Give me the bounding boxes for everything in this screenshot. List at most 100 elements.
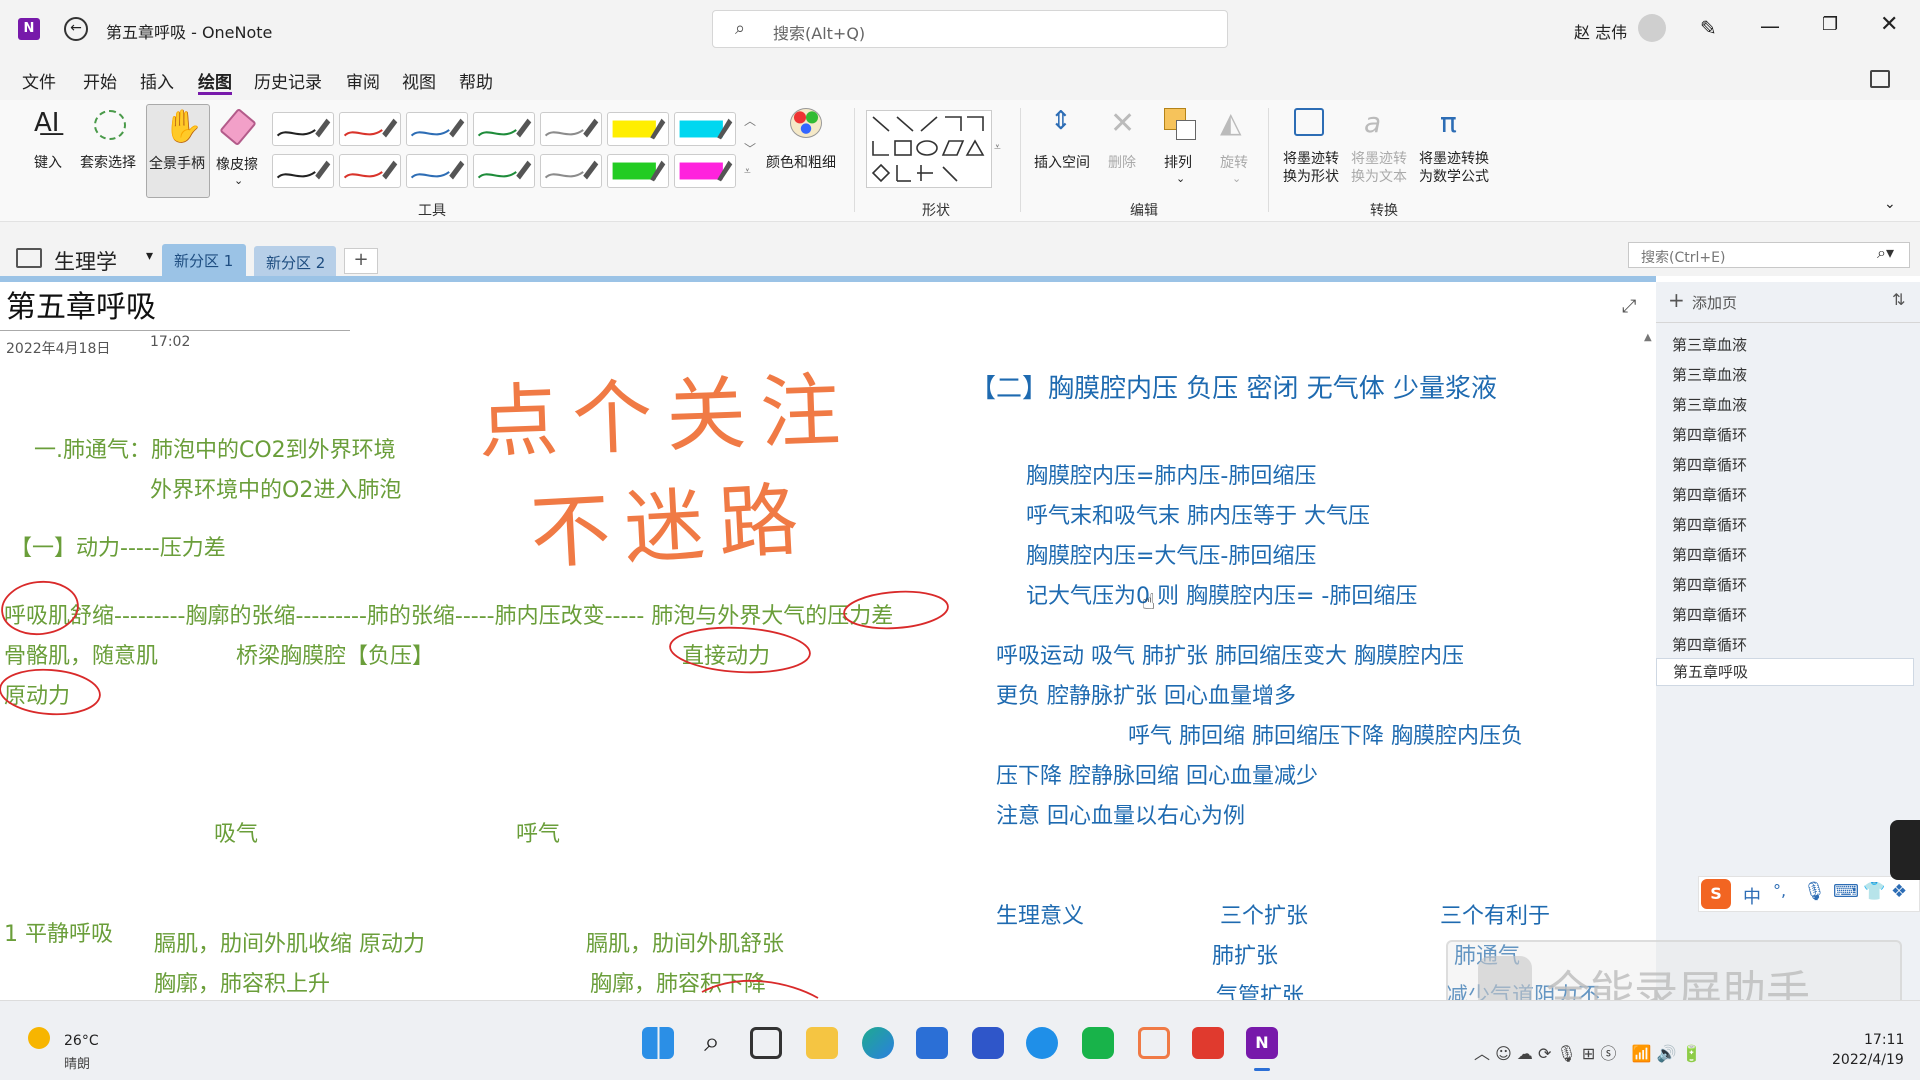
ink-to-text-button[interactable]: a 将墨迹转换为文本: [1346, 104, 1412, 194]
menu-home[interactable]: 开始: [83, 68, 117, 93]
gallery-down-icon[interactable]: ﹀: [744, 140, 756, 157]
note-line[interactable]: 压下降 腔静脉回缩 回心血量减少: [996, 758, 1318, 790]
section-tab-2[interactable]: 新分区 2: [254, 246, 336, 276]
pen-swatch[interactable]: [674, 112, 736, 146]
ime-lang[interactable]: 中: [1743, 883, 1761, 909]
ink-to-shape-button[interactable]: 将墨迹转换为形状: [1278, 104, 1344, 194]
note-line[interactable]: 气管扩张: [1216, 978, 1304, 1000]
pen-swatch[interactable]: [272, 154, 334, 188]
pen-swatch[interactable]: [540, 154, 602, 188]
gallery-up-icon[interactable]: ︿: [744, 112, 756, 129]
note-line[interactable]: 膈肌，肋间外肌舒张: [586, 926, 784, 958]
note-line[interactable]: 膈肌，肋间外肌收缩 原动力: [154, 926, 425, 958]
pen-swatch[interactable]: [339, 154, 401, 188]
notebook-view-icon[interactable]: [1870, 70, 1890, 88]
app-icon[interactable]: [972, 1027, 1004, 1059]
task-view-icon[interactable]: [750, 1027, 782, 1059]
pen-swatch[interactable]: [540, 112, 602, 146]
arrange-button[interactable]: 排列 ⌄: [1150, 104, 1208, 194]
page-list-item[interactable]: 第三章血液: [1672, 334, 1747, 355]
add-page-button[interactable]: + 添加页: [1668, 284, 1848, 320]
menu-review[interactable]: 审阅: [346, 68, 380, 93]
note-line[interactable]: 三个扩张: [1220, 898, 1308, 930]
note-heading[interactable]: 【二】胸膜腔内压 负压 密闭 无气体 少量浆液: [970, 368, 1497, 405]
search-box[interactable]: ⌕ 搜索(Alt+Q): [712, 10, 1228, 48]
note-line[interactable]: 呼气: [516, 816, 560, 848]
pen-swatch[interactable]: [406, 154, 468, 188]
note-line[interactable]: 呼气末和吸气末 肺内压等于 大气压: [1026, 498, 1370, 530]
note-line[interactable]: 记大气压为0 则 胸膜腔内压= -肺回缩压: [1026, 578, 1417, 610]
scroll-up-icon[interactable]: ▲: [1644, 332, 1652, 343]
start-icon[interactable]: [642, 1027, 674, 1059]
delete-button[interactable]: ✕ 删除: [1104, 104, 1144, 171]
close-icon[interactable]: ✕: [1880, 12, 1898, 37]
page-list-item[interactable]: 第四章循环: [1672, 454, 1747, 475]
edge-icon[interactable]: [862, 1027, 894, 1059]
note-line[interactable]: 吸气: [214, 816, 258, 848]
page-title[interactable]: 第五章呼吸: [6, 282, 156, 326]
pen-swatch[interactable]: [473, 112, 535, 146]
punct-icon[interactable]: °,: [1773, 881, 1786, 900]
page-list-item[interactable]: 第四章循环: [1672, 634, 1747, 655]
pen-icon[interactable]: ✎: [1700, 16, 1717, 40]
insert-space-button[interactable]: ⇕ 插入空间: [1030, 104, 1098, 171]
mic-icon[interactable]: 🎙: [1803, 881, 1826, 902]
gallery-more-icon[interactable]: ⩡: [744, 164, 751, 179]
page-list-item[interactable]: 第四章循环: [1672, 604, 1747, 625]
page-list-item[interactable]: 第三章血液: [1672, 394, 1747, 415]
sort-icon[interactable]: ⇅: [1892, 290, 1905, 309]
minimize-icon[interactable]: —: [1760, 14, 1780, 38]
shapes-more-icon[interactable]: ⩡: [994, 140, 1001, 155]
menu-history[interactable]: 历史记录: [254, 68, 322, 93]
menu-view[interactable]: 视图: [402, 68, 436, 93]
pen-swatch[interactable]: [674, 154, 736, 188]
add-section-button[interactable]: +: [344, 248, 378, 274]
pen-swatch[interactable]: [339, 112, 401, 146]
menu-draw[interactable]: 绘图: [198, 68, 232, 93]
menu-insert[interactable]: 插入: [140, 68, 174, 93]
note-line[interactable]: 1 平静呼吸: [4, 916, 113, 948]
note-line[interactable]: 直接动力: [682, 638, 770, 670]
type-button[interactable]: A͟I 键入: [28, 104, 74, 171]
note-line[interactable]: 外界环境中的O2进入肺泡: [150, 472, 401, 504]
ribbon-collapse-icon[interactable]: ⌄: [1884, 196, 1896, 212]
pen-swatch[interactable]: [473, 154, 535, 188]
keyboard-icon[interactable]: ⌨: [1833, 881, 1859, 902]
page-list-item[interactable]: 第四章循环: [1672, 574, 1747, 595]
store-icon[interactable]: [916, 1027, 948, 1059]
snip-icon[interactable]: [1138, 1027, 1170, 1059]
note-line[interactable]: 胸膜腔内压=肺内压-肺回缩压: [1026, 458, 1316, 490]
rotate-button[interactable]: ◭ 旋转 ⌄: [1212, 104, 1260, 194]
clock-date[interactable]: 2022/4/19: [1832, 1052, 1904, 1068]
page-list-item[interactable]: 第四章循环: [1672, 514, 1747, 535]
avatar[interactable]: [1638, 14, 1666, 42]
note-line[interactable]: 更负 腔静脉扩张 回心血量增多: [996, 678, 1296, 710]
back-icon[interactable]: ←: [64, 17, 88, 41]
note-line[interactable]: 原动力: [4, 678, 70, 710]
note-line[interactable]: 骨骼肌，随意肌: [4, 638, 158, 670]
file-explorer-icon[interactable]: [806, 1027, 838, 1059]
page-list-item[interactable]: 第四章循环: [1672, 484, 1747, 505]
tools-icon[interactable]: ❖: [1891, 881, 1907, 902]
note-line[interactable]: 生理意义: [996, 898, 1084, 930]
note-line[interactable]: 呼气 肺回缩 肺回缩压下降 胸膜腔内压负: [1128, 718, 1523, 750]
page-canvas[interactable]: 第五章呼吸 2022年4月18日 17:02 ⤢ 点个关注 不迷路 一.肺通气：…: [0, 282, 1640, 1000]
expand-icon[interactable]: ⤢: [1622, 296, 1636, 317]
note-line[interactable]: 胸膜腔内压=大气压-肺回缩压: [1026, 538, 1316, 570]
clock-time[interactable]: 17:11: [1864, 1032, 1904, 1048]
menu-help[interactable]: 帮助: [459, 68, 493, 93]
recorder-icon[interactable]: [1192, 1027, 1224, 1059]
color-thickness-button[interactable]: 颜色和粗细: [764, 104, 848, 171]
panning-button[interactable]: ✋ 全景手柄: [146, 104, 210, 198]
pen-swatch[interactable]: [607, 154, 669, 188]
search-icon[interactable]: ⌕: [696, 1027, 728, 1059]
note-line[interactable]: 注意 回心血量以右心为例: [996, 798, 1245, 830]
note-line[interactable]: 呼吸肌舒缩---------胸廓的张缩---------肺的张缩-----肺内压…: [4, 598, 893, 630]
restore-icon[interactable]: ❐: [1822, 14, 1838, 35]
note-line[interactable]: 【一】动力-----压力差: [10, 530, 226, 562]
pen-swatch[interactable]: [272, 112, 334, 146]
pen-swatch[interactable]: [406, 112, 468, 146]
page-list-item[interactable]: 第四章循环: [1672, 544, 1747, 565]
shapes-gallery[interactable]: [866, 110, 992, 188]
tray-icons[interactable]: ︿ ☺ ☁ ⟳ 🎙 ⊞ ⓢ 📶 🔊 🔋: [1474, 1040, 1702, 1064]
